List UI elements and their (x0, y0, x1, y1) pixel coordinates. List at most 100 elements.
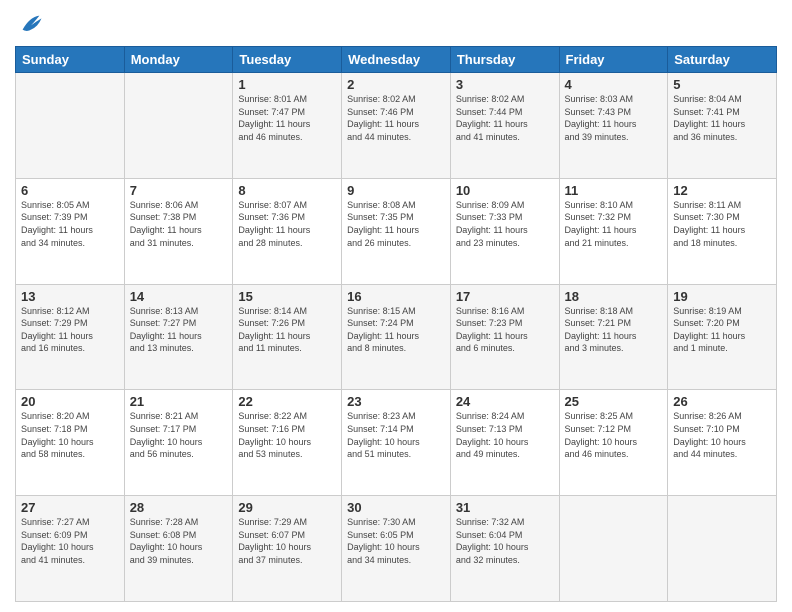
day-info: Sunrise: 8:05 AM Sunset: 7:39 PM Dayligh… (21, 199, 119, 249)
day-info: Sunrise: 8:20 AM Sunset: 7:18 PM Dayligh… (21, 410, 119, 460)
day-number: 14 (130, 289, 228, 304)
calendar-cell: 1Sunrise: 8:01 AM Sunset: 7:47 PM Daylig… (233, 73, 342, 179)
calendar-cell: 23Sunrise: 8:23 AM Sunset: 7:14 PM Dayli… (342, 390, 451, 496)
day-info: Sunrise: 8:11 AM Sunset: 7:30 PM Dayligh… (673, 199, 771, 249)
calendar-cell: 28Sunrise: 7:28 AM Sunset: 6:08 PM Dayli… (124, 496, 233, 602)
calendar-cell: 18Sunrise: 8:18 AM Sunset: 7:21 PM Dayli… (559, 284, 668, 390)
calendar-cell: 10Sunrise: 8:09 AM Sunset: 7:33 PM Dayli… (450, 178, 559, 284)
day-number: 18 (565, 289, 663, 304)
day-info: Sunrise: 8:09 AM Sunset: 7:33 PM Dayligh… (456, 199, 554, 249)
calendar-cell: 21Sunrise: 8:21 AM Sunset: 7:17 PM Dayli… (124, 390, 233, 496)
day-info: Sunrise: 8:18 AM Sunset: 7:21 PM Dayligh… (565, 305, 663, 355)
header (15, 10, 777, 38)
calendar-cell: 14Sunrise: 8:13 AM Sunset: 7:27 PM Dayli… (124, 284, 233, 390)
day-number: 30 (347, 500, 445, 515)
day-number: 4 (565, 77, 663, 92)
calendar-cell: 9Sunrise: 8:08 AM Sunset: 7:35 PM Daylig… (342, 178, 451, 284)
day-info: Sunrise: 7:29 AM Sunset: 6:07 PM Dayligh… (238, 516, 336, 566)
day-number: 1 (238, 77, 336, 92)
day-number: 24 (456, 394, 554, 409)
day-number: 3 (456, 77, 554, 92)
calendar-cell: 12Sunrise: 8:11 AM Sunset: 7:30 PM Dayli… (668, 178, 777, 284)
calendar-cell: 16Sunrise: 8:15 AM Sunset: 7:24 PM Dayli… (342, 284, 451, 390)
day-number: 15 (238, 289, 336, 304)
day-header-wednesday: Wednesday (342, 47, 451, 73)
day-number: 8 (238, 183, 336, 198)
calendar-cell: 17Sunrise: 8:16 AM Sunset: 7:23 PM Dayli… (450, 284, 559, 390)
day-info: Sunrise: 8:21 AM Sunset: 7:17 PM Dayligh… (130, 410, 228, 460)
calendar-cell: 5Sunrise: 8:04 AM Sunset: 7:41 PM Daylig… (668, 73, 777, 179)
day-number: 17 (456, 289, 554, 304)
calendar-cell (559, 496, 668, 602)
day-info: Sunrise: 8:13 AM Sunset: 7:27 PM Dayligh… (130, 305, 228, 355)
day-info: Sunrise: 7:28 AM Sunset: 6:08 PM Dayligh… (130, 516, 228, 566)
day-number: 28 (130, 500, 228, 515)
day-info: Sunrise: 8:04 AM Sunset: 7:41 PM Dayligh… (673, 93, 771, 143)
day-number: 27 (21, 500, 119, 515)
day-info: Sunrise: 8:02 AM Sunset: 7:44 PM Dayligh… (456, 93, 554, 143)
day-number: 29 (238, 500, 336, 515)
calendar-cell: 4Sunrise: 8:03 AM Sunset: 7:43 PM Daylig… (559, 73, 668, 179)
day-number: 6 (21, 183, 119, 198)
day-info: Sunrise: 7:27 AM Sunset: 6:09 PM Dayligh… (21, 516, 119, 566)
day-header-sunday: Sunday (16, 47, 125, 73)
day-info: Sunrise: 8:24 AM Sunset: 7:13 PM Dayligh… (456, 410, 554, 460)
day-number: 31 (456, 500, 554, 515)
day-info: Sunrise: 8:19 AM Sunset: 7:20 PM Dayligh… (673, 305, 771, 355)
day-info: Sunrise: 8:01 AM Sunset: 7:47 PM Dayligh… (238, 93, 336, 143)
day-number: 12 (673, 183, 771, 198)
day-number: 25 (565, 394, 663, 409)
calendar-cell (16, 73, 125, 179)
day-info: Sunrise: 8:02 AM Sunset: 7:46 PM Dayligh… (347, 93, 445, 143)
calendar-cell: 15Sunrise: 8:14 AM Sunset: 7:26 PM Dayli… (233, 284, 342, 390)
day-number: 2 (347, 77, 445, 92)
day-info: Sunrise: 7:32 AM Sunset: 6:04 PM Dayligh… (456, 516, 554, 566)
week-row-5: 27Sunrise: 7:27 AM Sunset: 6:09 PM Dayli… (16, 496, 777, 602)
calendar-table: SundayMondayTuesdayWednesdayThursdayFrid… (15, 46, 777, 602)
day-header-saturday: Saturday (668, 47, 777, 73)
day-number: 26 (673, 394, 771, 409)
day-number: 20 (21, 394, 119, 409)
calendar-cell: 31Sunrise: 7:32 AM Sunset: 6:04 PM Dayli… (450, 496, 559, 602)
calendar-cell: 7Sunrise: 8:06 AM Sunset: 7:38 PM Daylig… (124, 178, 233, 284)
week-row-3: 13Sunrise: 8:12 AM Sunset: 7:29 PM Dayli… (16, 284, 777, 390)
calendar-header-row: SundayMondayTuesdayWednesdayThursdayFrid… (16, 47, 777, 73)
day-number: 7 (130, 183, 228, 198)
day-info: Sunrise: 7:30 AM Sunset: 6:05 PM Dayligh… (347, 516, 445, 566)
calendar-cell (668, 496, 777, 602)
day-info: Sunrise: 8:26 AM Sunset: 7:10 PM Dayligh… (673, 410, 771, 460)
calendar-cell: 26Sunrise: 8:26 AM Sunset: 7:10 PM Dayli… (668, 390, 777, 496)
day-number: 9 (347, 183, 445, 198)
day-number: 10 (456, 183, 554, 198)
day-number: 19 (673, 289, 771, 304)
day-info: Sunrise: 8:07 AM Sunset: 7:36 PM Dayligh… (238, 199, 336, 249)
day-header-monday: Monday (124, 47, 233, 73)
calendar-cell: 20Sunrise: 8:20 AM Sunset: 7:18 PM Dayli… (16, 390, 125, 496)
day-info: Sunrise: 8:25 AM Sunset: 7:12 PM Dayligh… (565, 410, 663, 460)
day-info: Sunrise: 8:08 AM Sunset: 7:35 PM Dayligh… (347, 199, 445, 249)
calendar-cell: 25Sunrise: 8:25 AM Sunset: 7:12 PM Dayli… (559, 390, 668, 496)
day-number: 11 (565, 183, 663, 198)
calendar-cell: 30Sunrise: 7:30 AM Sunset: 6:05 PM Dayli… (342, 496, 451, 602)
day-info: Sunrise: 8:15 AM Sunset: 7:24 PM Dayligh… (347, 305, 445, 355)
day-info: Sunrise: 8:22 AM Sunset: 7:16 PM Dayligh… (238, 410, 336, 460)
calendar-cell: 3Sunrise: 8:02 AM Sunset: 7:44 PM Daylig… (450, 73, 559, 179)
calendar-cell: 6Sunrise: 8:05 AM Sunset: 7:39 PM Daylig… (16, 178, 125, 284)
day-number: 22 (238, 394, 336, 409)
day-number: 16 (347, 289, 445, 304)
calendar-cell: 2Sunrise: 8:02 AM Sunset: 7:46 PM Daylig… (342, 73, 451, 179)
logo (15, 10, 45, 38)
day-info: Sunrise: 8:14 AM Sunset: 7:26 PM Dayligh… (238, 305, 336, 355)
day-info: Sunrise: 8:16 AM Sunset: 7:23 PM Dayligh… (456, 305, 554, 355)
day-info: Sunrise: 8:06 AM Sunset: 7:38 PM Dayligh… (130, 199, 228, 249)
day-header-tuesday: Tuesday (233, 47, 342, 73)
page: SundayMondayTuesdayWednesdayThursdayFrid… (0, 0, 792, 612)
calendar-cell: 24Sunrise: 8:24 AM Sunset: 7:13 PM Dayli… (450, 390, 559, 496)
day-number: 21 (130, 394, 228, 409)
day-info: Sunrise: 8:10 AM Sunset: 7:32 PM Dayligh… (565, 199, 663, 249)
calendar-cell: 8Sunrise: 8:07 AM Sunset: 7:36 PM Daylig… (233, 178, 342, 284)
day-header-thursday: Thursday (450, 47, 559, 73)
calendar-cell: 11Sunrise: 8:10 AM Sunset: 7:32 PM Dayli… (559, 178, 668, 284)
week-row-2: 6Sunrise: 8:05 AM Sunset: 7:39 PM Daylig… (16, 178, 777, 284)
day-header-friday: Friday (559, 47, 668, 73)
